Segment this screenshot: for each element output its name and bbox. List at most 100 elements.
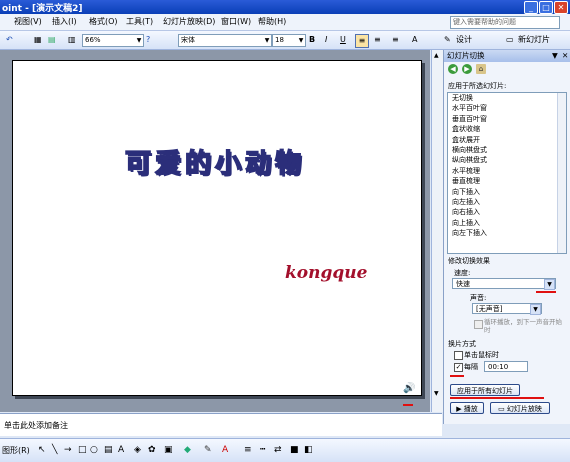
shadow-icon[interactable]: ■ (290, 445, 299, 455)
list-item[interactable]: 水平百叶窗 (448, 103, 566, 113)
scroll-up-icon[interactable]: ▲ (434, 52, 439, 59)
align-left-icon[interactable]: ≡ (355, 34, 369, 48)
new-slide-icon[interactable]: ▭ (506, 34, 514, 46)
menu-tools[interactable]: 工具(T) (126, 16, 153, 27)
align-center-icon[interactable]: ≡ (374, 34, 381, 46)
task-pane-nav: ◀ ▶ ⌂ (444, 63, 570, 75)
menu-view[interactable]: 视图(V) (14, 16, 42, 27)
font-value: 宋体 (181, 36, 195, 44)
font-color-icon[interactable]: A (222, 445, 228, 455)
apply-to-label: 应用于所选幻灯片: (448, 82, 507, 90)
list-item[interactable]: 盒状收缩 (448, 124, 566, 134)
design-button[interactable]: 设计 (456, 34, 472, 46)
speaker-icon[interactable]: 🔊 (403, 383, 415, 394)
slideshow-button[interactable]: ▭ 幻灯片放映 (490, 402, 550, 414)
draw-menu[interactable]: 图形(R) (2, 445, 30, 456)
task-pane: 幻灯片切换 ▼ ✕ ◀ ▶ ⌂ 应用于所选幻灯片: 无切换 水平百叶窗 垂直百叶… (443, 50, 570, 424)
menu-slideshow[interactable]: 幻灯片放映(D) (163, 16, 215, 27)
forward-icon[interactable]: ▶ (462, 64, 472, 74)
list-item[interactable]: 纵向棋盘式 (448, 155, 566, 165)
pane-close-icon[interactable]: ✕ (562, 50, 568, 62)
slideshow-icon: ▭ (498, 405, 507, 413)
title-bar: oint - [演示文稿2] _ □ ✕ (0, 0, 570, 14)
next-slide-icon[interactable]: ▼ (434, 390, 439, 397)
select-arrow-icon[interactable]: ↖ (38, 445, 46, 455)
minimize-button[interactable]: _ (524, 1, 538, 14)
highlight-mark (450, 375, 464, 377)
list-item[interactable]: 向右插入 (448, 207, 566, 217)
menu-insert[interactable]: 插入(I) (52, 16, 77, 27)
help-icon[interactable]: ? (146, 34, 150, 46)
line-icon[interactable]: ╲ (52, 445, 57, 455)
menu-help[interactable]: 帮助(H) (258, 16, 286, 27)
oval-icon[interactable]: ○ (90, 445, 98, 455)
line-color-icon[interactable]: ✎ (204, 445, 212, 455)
every-time-input[interactable]: 00:10 (484, 361, 528, 372)
list-item[interactable]: 无切换 (448, 93, 566, 103)
apply-all-button[interactable]: 应用于所有幻灯片 (450, 384, 520, 396)
close-button[interactable]: ✕ (554, 1, 568, 14)
menu-format[interactable]: 格式(O) (89, 16, 118, 27)
notes-pane[interactable]: 单击此处添加备注 (0, 413, 442, 436)
textbox-icon[interactable]: ▤ (104, 445, 113, 455)
list-item[interactable]: 垂直梳理 (448, 176, 566, 186)
clipart-icon[interactable]: ✿ (148, 445, 156, 455)
zoom-select[interactable]: 66% ▼ (82, 34, 144, 47)
undo-icon[interactable]: ↶ (6, 34, 13, 46)
list-scrollbar[interactable] (557, 93, 566, 253)
align-right-icon[interactable]: ≡ (392, 34, 399, 46)
arrow-style-icon[interactable]: ⇄ (274, 445, 282, 455)
diagram-icon[interactable]: ◈ (134, 445, 141, 455)
pane-menu-icon[interactable]: ▼ (552, 50, 558, 62)
font-size-up-icon[interactable]: A (412, 34, 417, 46)
list-item[interactable]: 盒状展开 (448, 135, 566, 145)
chevron-down-icon: ▼ (264, 37, 270, 44)
list-item[interactable]: 向上插入 (448, 218, 566, 228)
new-slide-button[interactable]: 新幻灯片 (518, 34, 550, 46)
on-click-checkbox[interactable] (454, 351, 463, 360)
every-checkbox[interactable]: ✓ (454, 363, 463, 372)
chevron-down-icon: ▼ (530, 304, 541, 315)
slide-subtitle[interactable]: kongque (285, 263, 367, 283)
list-item[interactable]: 垂直百叶窗 (448, 114, 566, 124)
rectangle-icon[interactable]: □ (78, 445, 87, 455)
slide-canvas[interactable]: 可爱的小动物 kongque 🔊 (12, 60, 422, 396)
line-style-icon[interactable]: ≡ (244, 445, 252, 455)
underline-button[interactable]: U (340, 34, 346, 46)
italic-button[interactable]: I (325, 34, 327, 46)
slide-title[interactable]: 可爱的小动物 (85, 143, 345, 180)
speed-select[interactable]: 快速 ▼ (452, 278, 556, 290)
back-icon[interactable]: ◀ (448, 64, 458, 74)
picture-icon[interactable]: ▣ (164, 445, 173, 455)
font-select[interactable]: 宋体 ▼ (178, 34, 272, 47)
transition-list[interactable]: 无切换 水平百叶窗 垂直百叶窗 盒状收缩 盒状展开 横向棋盘式 纵向棋盘式 水平… (447, 92, 567, 254)
wordart-icon[interactable]: A (118, 445, 124, 455)
design-icon[interactable]: ✎ (444, 34, 451, 46)
bold-button[interactable]: B (309, 34, 315, 46)
list-item[interactable]: 横向棋盘式 (448, 145, 566, 155)
fill-color-icon[interactable]: ◆ (184, 445, 191, 455)
arrow-icon[interactable]: → (64, 445, 72, 455)
list-item[interactable]: 向下插入 (448, 187, 566, 197)
task-pane-header: 幻灯片切换 ▼ ✕ (444, 50, 570, 62)
menu-window[interactable]: 窗口(W) (221, 16, 251, 27)
dash-style-icon[interactable]: ┅ (260, 445, 265, 455)
table-icon[interactable]: ▦ (34, 34, 42, 46)
list-item[interactable]: 向左下插入 (448, 228, 566, 238)
help-search-input[interactable]: 键入需要帮助的问题 (450, 16, 560, 29)
list-item[interactable]: 向左插入 (448, 197, 566, 207)
size-select[interactable]: 18 ▼ (272, 34, 306, 47)
sound-select[interactable]: [无声音] ▼ (472, 303, 542, 315)
highlight-mark (536, 291, 556, 293)
vertical-scrollbar[interactable]: ▲ ▲ ▼ (431, 50, 443, 429)
every-label: 每隔 (464, 363, 478, 371)
grid-icon[interactable]: ▥ (68, 34, 76, 46)
loop-checkbox[interactable] (474, 320, 483, 329)
list-item[interactable]: 水平梳理 (448, 166, 566, 176)
home-icon[interactable]: ⌂ (476, 64, 486, 74)
maximize-button[interactable]: □ (539, 1, 553, 14)
play-button[interactable]: ▶ 播放 (450, 402, 484, 414)
3d-icon[interactable]: ◧ (304, 445, 313, 455)
speed-label: 速度: (454, 269, 471, 277)
chart-icon[interactable]: ▤ (48, 34, 56, 46)
